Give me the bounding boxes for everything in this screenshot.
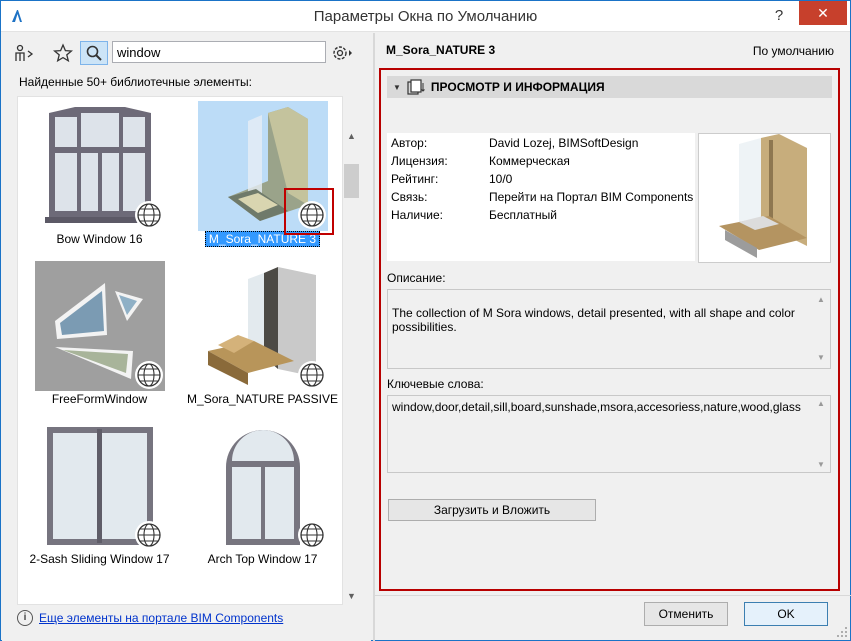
library-scrollbar[interactable]: ▲ ▼: [343, 128, 360, 605]
preview-info-section-header[interactable]: ▼ ПРОСМОТР И ИНФОРМАЦИЯ: [387, 76, 832, 98]
resize-grip-icon[interactable]: [836, 626, 848, 638]
item-label: M_Sora_NATURE PASSIVE: [187, 392, 338, 406]
cancel-button[interactable]: Отменить: [644, 602, 728, 626]
freeform-window-thumbnail: [35, 261, 165, 391]
section-title: ПРОСМОТР И ИНФОРМАЦИЯ: [430, 80, 605, 94]
info-table: Автор: David Lozej, BIMSoftDesign Лиценз…: [387, 133, 695, 261]
globe-icon: [135, 201, 163, 229]
keywords-textbox[interactable]: window,door,detail,sill,board,sunshade,m…: [387, 395, 831, 473]
scroll-up-icon[interactable]: ▲: [343, 128, 360, 145]
item-label: 2-Sash Sliding Window 17: [29, 552, 170, 566]
ok-button[interactable]: OK: [744, 602, 828, 626]
info-value: Коммерческая: [489, 154, 570, 168]
results-count-label: Найденные 50+ библиотечные элементы:: [19, 75, 253, 89]
gear-icon[interactable]: [329, 41, 357, 65]
description-label: Описание:: [387, 271, 446, 285]
scroll-down-icon[interactable]: ▼: [817, 351, 825, 365]
load-and-place-button[interactable]: Загрузить и Вложить: [388, 499, 596, 521]
bow-window-thumbnail: [35, 101, 165, 231]
description-scrollbar[interactable]: ▲ ▼: [814, 290, 830, 368]
library-item[interactable]: Arch Top Window 17: [181, 417, 342, 577]
info-key: Лицензия:: [391, 154, 448, 168]
description-textbox[interactable]: The collection of M Sora windows, detail…: [387, 289, 831, 369]
scroll-thumb[interactable]: [344, 164, 359, 198]
globe-highlight-annotation: [284, 188, 334, 235]
dialog-window: Параметры Окна по Умолчанию ? ✕ Найденны…: [0, 0, 851, 641]
keywords-scrollbar[interactable]: ▲ ▼: [814, 396, 830, 472]
info-value: David Lozej, BIMSoftDesign: [489, 136, 639, 150]
library-pane: Найденные 50+ библиотечные элементы: Bow…: [2, 33, 371, 641]
portal-link-value[interactable]: Перейти на Портал BIM Components: [489, 190, 693, 204]
scroll-down-icon[interactable]: ▼: [343, 588, 360, 605]
sliding-window-thumbnail: [35, 421, 165, 551]
scroll-up-icon[interactable]: ▲: [817, 293, 825, 307]
globe-icon: [298, 521, 326, 549]
title-bar: Параметры Окна по Умолчанию ? ✕: [1, 1, 850, 32]
search-icon[interactable]: [80, 41, 108, 65]
info-key: Наличие:: [391, 208, 444, 222]
arch-top-window-thumbnail: [198, 421, 328, 551]
portal-link-row: i Еще элементы на портале BIM Components: [17, 610, 283, 626]
info-key: Рейтинг:: [391, 172, 439, 186]
scroll-up-icon[interactable]: ▲: [817, 399, 825, 408]
library-item[interactable]: FreeFormWindow: [18, 257, 181, 417]
preview-info-icon: [407, 79, 425, 95]
footer-divider: [373, 595, 851, 596]
scroll-down-icon[interactable]: ▼: [817, 460, 825, 469]
library-item[interactable]: Bow Window 16: [18, 97, 181, 257]
globe-icon: [135, 361, 163, 389]
info-icon: i: [17, 610, 33, 626]
element-preview-image: [698, 133, 831, 263]
library-item[interactable]: M_Sora_NATURE PASSIVE: [181, 257, 342, 417]
bim-portal-link[interactable]: Еще элементы на портале BIM Components: [39, 611, 283, 625]
library-item[interactable]: 2-Sash Sliding Window 17: [18, 417, 181, 577]
keywords-text: window,door,detail,sill,board,sunshade,m…: [392, 400, 801, 414]
library-grid[interactable]: Bow Window 16 M_Sora_NATURE 3 FreeFormWi…: [17, 96, 343, 605]
star-icon[interactable]: [50, 41, 76, 65]
close-button[interactable]: ✕: [799, 1, 847, 25]
people-filter-icon[interactable]: [12, 41, 38, 65]
item-label: FreeFormWindow: [51, 392, 148, 406]
item-label: Bow Window 16: [56, 232, 143, 246]
pane-splitter[interactable]: [373, 33, 375, 641]
help-button[interactable]: ?: [769, 5, 789, 27]
default-label: По умолчанию: [752, 44, 834, 58]
element-name: M_Sora_NATURE 3: [386, 43, 496, 57]
globe-icon: [298, 361, 326, 389]
item-label: Arch Top Window 17: [207, 552, 318, 566]
info-value: Бесплатный: [489, 208, 557, 222]
info-key: Автор:: [391, 136, 428, 150]
sora-passive-thumbnail: [198, 261, 328, 391]
info-value: 10/0: [489, 172, 513, 186]
collapse-triangle-icon[interactable]: ▼: [393, 83, 401, 92]
globe-icon: [135, 521, 163, 549]
keywords-label: Ключевые слова:: [387, 377, 484, 391]
window-title: Параметры Окна по Умолчанию: [313, 8, 538, 25]
search-input[interactable]: [112, 41, 326, 63]
info-key: Связь:: [391, 190, 428, 204]
description-text: The collection of M Sora windows, detail…: [392, 306, 795, 334]
